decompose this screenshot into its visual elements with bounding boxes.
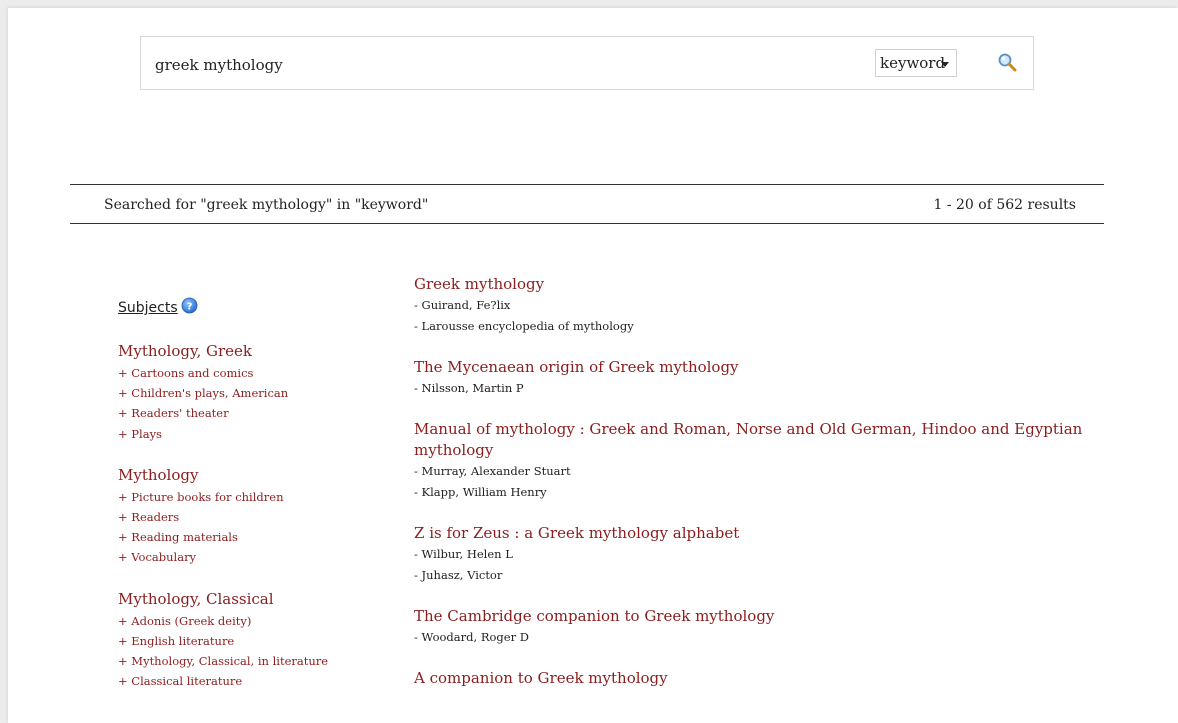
results-list: Greek mythology - Guirand, Fe?lix - Laro… (414, 274, 1094, 709)
facet-group-mythology: Mythology + Picture books for children +… (118, 466, 378, 568)
help-icon[interactable]: ? (181, 297, 198, 318)
result-item: Z is for Zeus : a Greek mythology alphab… (414, 523, 1094, 586)
result-item: Manual of mythology : Greek and Roman, N… (414, 419, 1094, 503)
facet-subitem[interactable]: + Classical literature (118, 671, 378, 691)
result-author: - Nilsson, Martin P (414, 381, 524, 395)
result-author: - Larousse encyclopedia of mythology (414, 319, 634, 333)
facet-group-mythology-classical: Mythology, Classical + Adonis (Greek dei… (118, 590, 378, 692)
result-item: The Cambridge companion to Greek mytholo… (414, 606, 1094, 648)
facet-subitem[interactable]: + Reading materials (118, 527, 378, 547)
facet-group-title[interactable]: Mythology (118, 466, 378, 484)
facet-group-title[interactable]: Mythology, Classical (118, 590, 378, 608)
svg-text:?: ? (186, 302, 192, 313)
results-count: 1 - 20 of 562 results (933, 197, 1076, 213)
facet-subitem[interactable]: + Readers (118, 507, 378, 527)
result-author: - Murray, Alexander Stuart (414, 464, 571, 478)
result-author: - Woodard, Roger D (414, 630, 529, 644)
facet-group-title[interactable]: Mythology, Greek (118, 342, 378, 360)
search-summary: Searched for "greek mythology" in "keywo… (104, 197, 429, 213)
facet-subitem[interactable]: + Adonis (Greek deity) (118, 611, 378, 631)
result-author: - Wilbur, Helen L (414, 547, 513, 561)
result-author: - Klapp, William Henry (414, 485, 547, 499)
result-title-link[interactable]: Greek mythology (414, 274, 1094, 295)
result-item: A companion to Greek mythology (414, 668, 1094, 689)
search-bar: keyword (140, 36, 1034, 90)
result-title-link[interactable]: Z is for Zeus : a Greek mythology alphab… (414, 523, 1094, 544)
search-status-bar: Searched for "greek mythology" in "keywo… (70, 184, 1104, 224)
facet-subitem[interactable]: + Cartoons and comics (118, 363, 378, 383)
subjects-facet-panel: Subjects? Mythology, Greek + Cartoons an… (118, 297, 378, 691)
result-author: - Guirand, Fe?lix (414, 298, 511, 312)
facet-group-mythology-greek: Mythology, Greek + Cartoons and comics +… (118, 342, 378, 444)
search-scope-select[interactable]: keyword (875, 49, 957, 77)
facet-subitem[interactable]: + Vocabulary (118, 547, 378, 567)
facet-subitem[interactable]: + Plays (118, 424, 378, 444)
result-item: The Mycenaean origin of Greek mythology … (414, 357, 1094, 399)
result-title-link[interactable]: Manual of mythology : Greek and Roman, N… (414, 419, 1094, 461)
facet-subitem[interactable]: + English literature (118, 631, 378, 651)
facet-subitem[interactable]: + Children's plays, American (118, 383, 378, 403)
result-title-link[interactable]: The Cambridge companion to Greek mytholo… (414, 606, 1094, 627)
result-item: Greek mythology - Guirand, Fe?lix - Laro… (414, 274, 1094, 337)
facet-subitem[interactable]: + Readers' theater (118, 403, 378, 423)
search-input[interactable] (153, 51, 757, 79)
result-author: - Juhasz, Victor (414, 568, 503, 582)
search-scope-value: keyword (880, 54, 946, 72)
chevron-down-icon (941, 62, 949, 67)
facet-subitem[interactable]: + Picture books for children (118, 487, 378, 507)
result-title-link[interactable]: The Mycenaean origin of Greek mythology (414, 357, 1094, 378)
subjects-heading: Subjects (118, 300, 178, 316)
search-icon[interactable] (997, 52, 1019, 74)
page: keyword Searched for "greek mythology" i… (8, 8, 1178, 723)
facet-subitem[interactable]: + Mythology, Classical, in literature (118, 651, 378, 671)
result-title-link[interactable]: A companion to Greek mythology (414, 668, 1094, 689)
